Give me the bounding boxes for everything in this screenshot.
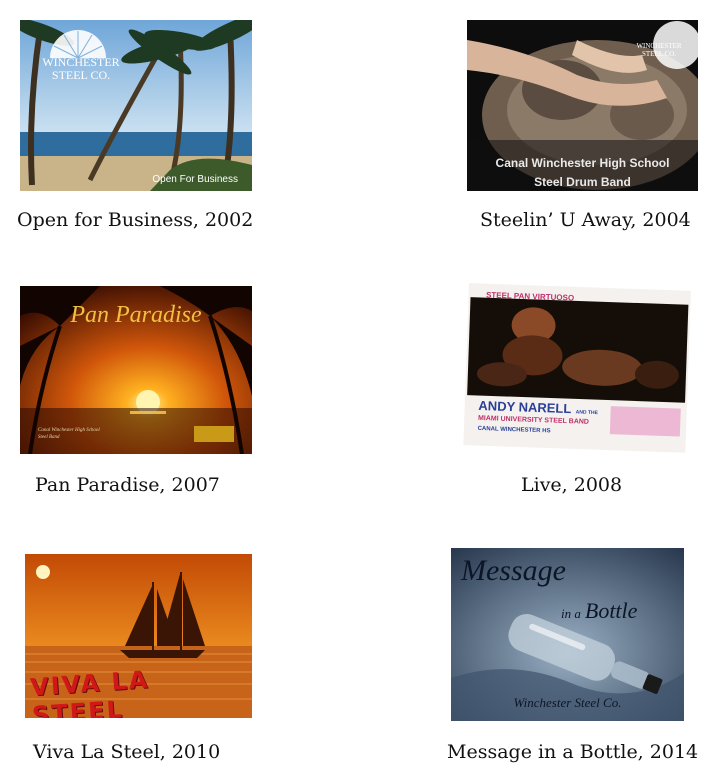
cover-subtitle-text: in a Bottle: [561, 598, 638, 623]
album-cover-viva-la-steel: VIVA LA STEEL: [25, 554, 252, 718]
album-cover-message-in-a-bottle: Message in a Bottle Winchester Steel Co.: [451, 548, 684, 721]
album-cover-open-for-business: WINCHESTER STEEL CO. Open For Business: [20, 20, 252, 191]
album-cover-steelin-u-away: WINCHESTER STEEL CO. Canal Winchester Hi…: [467, 20, 698, 191]
album-cover-pan-paradise: Pan Paradise Canal Winchester High Schoo…: [20, 286, 252, 454]
album-caption: Steelin’ U Away, 2004: [480, 209, 691, 231]
cover-logo-text: WINCHESTER STEEL CO.: [636, 42, 682, 58]
album-caption: Viva La Steel, 2010: [33, 741, 221, 763]
album-cover-live: STEEL PAN VIRTUOSO ANDY NARELL AND THE M…: [462, 283, 696, 457]
album-caption: Open for Business, 2002: [17, 209, 254, 231]
album-caption: Message in a Bottle, 2014: [447, 741, 699, 763]
cover-title-text: Pan Paradise: [70, 302, 202, 328]
poster-artist-text: ANDY NARELL AND THE MIAMI UNIVERSITY STE…: [477, 397, 598, 435]
album-caption: Pan Paradise, 2007: [35, 474, 220, 496]
cover-logo-text: WINCHESTER STEEL CO.: [42, 55, 120, 82]
cover-title-text: Open For Business: [152, 174, 238, 185]
album-caption: Live, 2008: [521, 474, 623, 496]
cover-subtitle-text: Canal Winchester High School Steel Band: [38, 428, 100, 440]
cover-title-text: Canal Winchester High School Steel Drum …: [495, 156, 670, 189]
cover-band-text: Winchester Steel Co.: [513, 695, 622, 710]
cover-title-text: Message: [461, 554, 566, 587]
